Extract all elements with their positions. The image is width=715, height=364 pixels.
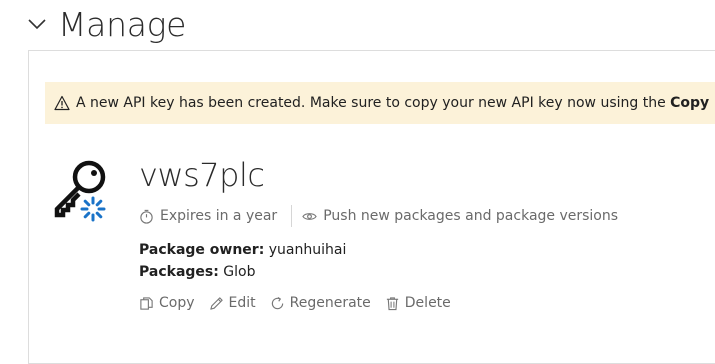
alert-copy-emphasis: Copy [670,95,710,111]
api-key-name: vws7plc [139,156,265,194]
regenerate-button[interactable]: Regenerate [270,295,371,311]
alert-message: A new API key has been created. Make sur… [76,95,710,111]
package-owner-value: yuanhuihai [268,242,347,258]
chevron-down-icon[interactable] [26,13,48,35]
expiration-info: Expires in a year [139,208,277,224]
scope-info: Push new packages and package versions [302,208,618,224]
api-key-created-alert: A new API key has been created. Make sur… [45,82,715,124]
manage-panel: A new API key has been created. Make sur… [28,50,715,364]
trash-icon [386,296,398,310]
eye-icon [302,212,317,220]
api-key-actions: Copy Edit Regenerate Delete [139,295,465,311]
delete-label: Delete [404,295,451,311]
packages-line: Packages: Glob [139,264,256,280]
pencil-icon [209,296,223,310]
meta-divider [291,205,293,227]
package-owner-line: Package owner: yuanhuihai [139,242,346,258]
scope-text: Push new packages and package versions [323,208,619,224]
timer-icon [140,209,153,224]
packages-label: Packages: [139,264,219,280]
edit-button[interactable]: Edit [209,295,256,311]
manage-section-header[interactable]: Manage [26,2,186,46]
copy-label: Copy [159,295,195,311]
key-icon [54,160,106,222]
package-owner-label: Package owner: [139,242,265,258]
warning-icon [54,95,70,111]
api-key-meta: Expires in a year Push new packages and … [139,205,618,227]
section-title: Manage [58,4,187,44]
regenerate-label: Regenerate [289,295,371,311]
delete-button[interactable]: Delete [385,295,451,311]
regenerating-spinner-icon [80,196,106,222]
copy-icon [140,296,153,310]
expiration-text: Expires in a year [160,208,278,224]
copy-button[interactable]: Copy [139,295,195,311]
packages-value: Glob [223,264,256,280]
edit-label: Edit [228,295,256,311]
refresh-icon [271,296,283,309]
